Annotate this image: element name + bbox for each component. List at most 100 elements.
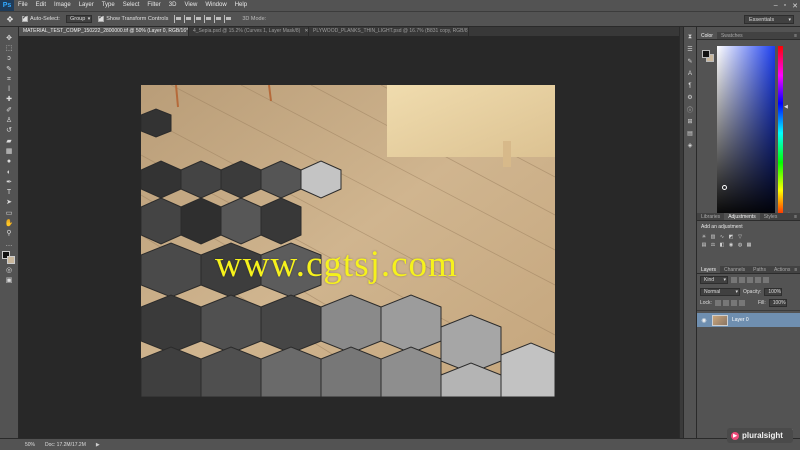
- menu-3d[interactable]: 3D: [165, 0, 181, 11]
- opacity-input[interactable]: 100%: [764, 288, 783, 296]
- align-bottom-icon[interactable]: [194, 15, 202, 23]
- clone-stamp-icon[interactable]: ♙: [3, 115, 16, 125]
- brush-presets-icon[interactable]: ✎: [685, 57, 695, 66]
- color-foreground-swatch[interactable]: [702, 50, 710, 58]
- black-white-icon[interactable]: ◧: [719, 242, 725, 248]
- align-center-icon[interactable]: [214, 15, 222, 23]
- path-select-icon[interactable]: ➤: [3, 198, 16, 208]
- auto-select-checkbox[interactable]: Auto-Select:: [22, 14, 60, 22]
- smart-filter-icon[interactable]: [763, 277, 769, 283]
- healing-brush-icon[interactable]: ✚: [3, 95, 16, 105]
- menu-file[interactable]: File: [14, 0, 32, 11]
- shape-filter-icon[interactable]: [755, 277, 761, 283]
- minimize-button[interactable]: –: [774, 2, 778, 9]
- menu-window[interactable]: Window: [201, 0, 230, 11]
- panel-menu-icon[interactable]: ≡: [794, 213, 800, 220]
- move-tool-icon[interactable]: ✥: [4, 14, 16, 24]
- layer-name[interactable]: Layer 0: [732, 317, 749, 323]
- more-tools-icon[interactable]: …: [3, 239, 16, 249]
- navigator-icon[interactable]: ⊞: [685, 117, 695, 126]
- tab-paths[interactable]: Paths: [749, 266, 770, 273]
- zoom-icon[interactable]: ⚲: [3, 229, 16, 239]
- marquee-icon[interactable]: ⬚: [3, 43, 16, 53]
- gradient-icon[interactable]: ▦: [3, 146, 16, 156]
- color-lookup-icon[interactable]: ▦: [746, 242, 752, 248]
- paragraph-icon[interactable]: ¶: [685, 81, 695, 90]
- screen-mode-icon[interactable]: ▣: [3, 276, 16, 286]
- tab-libraries[interactable]: Libraries: [697, 213, 724, 220]
- tab-document-1[interactable]: MATERIAL_TEST_COMP_150222_2800000.tif @ …: [19, 27, 189, 36]
- visibility-eye-icon[interactable]: ◉: [700, 316, 708, 324]
- lock-position-icon[interactable]: [730, 300, 737, 306]
- brightness-icon[interactable]: ☀: [701, 234, 707, 240]
- character-icon[interactable]: A: [685, 69, 695, 78]
- blur-icon[interactable]: ●: [3, 157, 16, 167]
- eraser-icon[interactable]: ▰: [3, 136, 16, 146]
- lock-all-icon[interactable]: [738, 300, 745, 306]
- menu-view[interactable]: View: [180, 0, 201, 11]
- align-middle-icon[interactable]: [184, 15, 192, 23]
- move-icon[interactable]: ✥: [3, 33, 16, 43]
- brush-icon[interactable]: ✐: [3, 105, 16, 115]
- history-icon[interactable]: ⧗: [685, 33, 695, 42]
- type-filter-icon[interactable]: [747, 277, 753, 283]
- close-button[interactable]: ✕: [792, 2, 798, 10]
- dodge-icon[interactable]: ◐: [3, 167, 16, 177]
- exposure-icon[interactable]: ◩: [728, 234, 734, 240]
- background-color-swatch[interactable]: [7, 256, 15, 265]
- workspace-dropdown[interactable]: Essentials: [744, 15, 794, 24]
- layer-row[interactable]: ◉ Layer 0: [697, 313, 800, 327]
- curves-icon[interactable]: ∿: [719, 234, 725, 240]
- tab-layers[interactable]: Layers: [697, 266, 721, 273]
- photo-filter-icon[interactable]: ◉: [728, 242, 734, 248]
- align-right-icon[interactable]: [224, 15, 232, 23]
- menu-select[interactable]: Select: [119, 0, 144, 11]
- kind-filter-dropdown[interactable]: Kind: [700, 276, 728, 284]
- pen-icon[interactable]: ✒: [3, 177, 16, 187]
- menu-type[interactable]: Type: [98, 0, 119, 11]
- show-transform-checkbox[interactable]: Show Transform Controls: [98, 14, 168, 22]
- panel-menu-icon[interactable]: ≡: [794, 32, 800, 39]
- tab-actions[interactable]: Actions: [770, 266, 794, 273]
- align-top-icon[interactable]: [174, 15, 182, 23]
- properties-icon[interactable]: ☰: [685, 45, 695, 54]
- align-left-icon[interactable]: [204, 15, 212, 23]
- auto-select-target-dropdown[interactable]: Group: [65, 15, 93, 23]
- tool-presets-icon[interactable]: ⚙: [685, 93, 695, 102]
- type-icon[interactable]: T: [3, 187, 16, 197]
- fill-input[interactable]: 100%: [768, 299, 787, 307]
- photoshop-logo-icon[interactable]: Ps: [0, 0, 14, 11]
- status-menu-arrow-icon[interactable]: ▶: [96, 442, 100, 448]
- tab-channels[interactable]: Channels: [720, 266, 749, 273]
- adjustment-filter-icon[interactable]: [739, 277, 745, 283]
- quick-select-icon[interactable]: ✎: [3, 64, 16, 74]
- blend-mode-dropdown[interactable]: Normal: [700, 288, 740, 296]
- color-field[interactable]: [717, 46, 775, 220]
- timeline-icon[interactable]: ▤: [685, 129, 695, 138]
- hue-marker-icon[interactable]: ◀: [784, 104, 788, 110]
- hand-icon[interactable]: ✋: [3, 218, 16, 228]
- tab-adjustments[interactable]: Adjustments: [724, 213, 760, 220]
- color-swatches[interactable]: [2, 251, 16, 265]
- hue-slider[interactable]: [778, 46, 783, 220]
- levels-icon[interactable]: ▥: [710, 234, 716, 240]
- color-balance-icon[interactable]: ⚖: [710, 242, 716, 248]
- channel-mixer-icon[interactable]: ◍: [737, 242, 743, 248]
- menu-edit[interactable]: Edit: [32, 0, 50, 11]
- menu-image[interactable]: Image: [50, 0, 75, 11]
- zoom-level[interactable]: 50%: [25, 442, 35, 448]
- maximize-button[interactable]: ▫: [784, 2, 786, 9]
- close-icon[interactable]: ✕: [304, 27, 308, 36]
- canvas-area[interactable]: www.cgtsj.com: [19, 36, 679, 438]
- menu-help[interactable]: Help: [231, 0, 251, 11]
- history-brush-icon[interactable]: ↺: [3, 126, 16, 136]
- clone-source-icon[interactable]: ◈: [685, 141, 695, 150]
- hue-saturation-icon[interactable]: ▤: [701, 242, 707, 248]
- tab-document-2[interactable]: 4_Sepia.psd @ 15.2% (Curves 1, Layer Mas…: [189, 27, 309, 36]
- tab-styles[interactable]: Styles: [760, 213, 782, 220]
- tab-swatches[interactable]: Swatches: [717, 32, 747, 39]
- panel-menu-icon[interactable]: ≡: [794, 266, 800, 273]
- menu-layer[interactable]: Layer: [75, 0, 98, 11]
- lasso-icon[interactable]: ↄ: [3, 54, 16, 64]
- quick-mask-icon[interactable]: ◎: [3, 265, 16, 275]
